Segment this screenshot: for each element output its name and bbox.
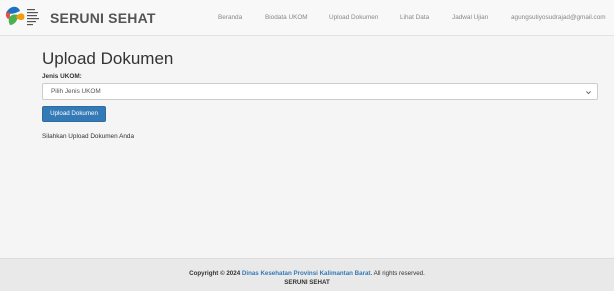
jenis-ukom-label: Jenis UKOM: bbox=[42, 73, 82, 80]
nav-user-email[interactable]: agungsutiyosudrajad@gmail.com bbox=[511, 14, 606, 21]
chevron-down-icon bbox=[586, 91, 591, 95]
page-title: Upload Dokumen bbox=[42, 49, 174, 68]
footer-org-link[interactable]: Dinas Kesehatan Provinsi Kalimantan Bara… bbox=[242, 270, 372, 277]
nav-upload-dokumen[interactable]: Upload Dokumen bbox=[329, 14, 378, 21]
nav-jadwal-ujian[interactable]: Jadwal Ujian bbox=[452, 14, 488, 21]
upload-dokumen-button[interactable]: Upload Dokumen bbox=[42, 106, 106, 122]
brand-title[interactable]: SERUNI SEHAT bbox=[50, 10, 156, 26]
footer: Copyright © 2024 Dinas Kesehatan Provins… bbox=[0, 258, 614, 291]
jenis-ukom-select[interactable]: Pilih Jenis UKOM bbox=[42, 83, 598, 100]
copyright-prefix: Copyright © 2024 bbox=[189, 270, 241, 277]
top-navbar: SERUNI SEHAT Beranda Biodata UKOM Upload… bbox=[0, 0, 614, 36]
nav-lihat-data[interactable]: Lihat Data bbox=[400, 14, 429, 21]
upload-hint-text: Silahkan Upload Dokumen Anda bbox=[42, 133, 135, 140]
footer-rights: All rights reserved. bbox=[373, 270, 425, 277]
select-value: Pilih Jenis UKOM bbox=[51, 88, 101, 95]
seruni-sehat-logo-icon[interactable] bbox=[4, 3, 46, 33]
main-content: Upload Dokumen Jenis UKOM: Pilih Jenis U… bbox=[0, 36, 614, 258]
footer-copyright: Copyright © 2024 Dinas Kesehatan Provins… bbox=[0, 270, 614, 277]
footer-brand: SERUNI SEHAT bbox=[284, 279, 330, 286]
nav-beranda[interactable]: Beranda bbox=[218, 14, 242, 21]
nav-biodata-ukom[interactable]: Biodata UKOM bbox=[265, 14, 308, 21]
